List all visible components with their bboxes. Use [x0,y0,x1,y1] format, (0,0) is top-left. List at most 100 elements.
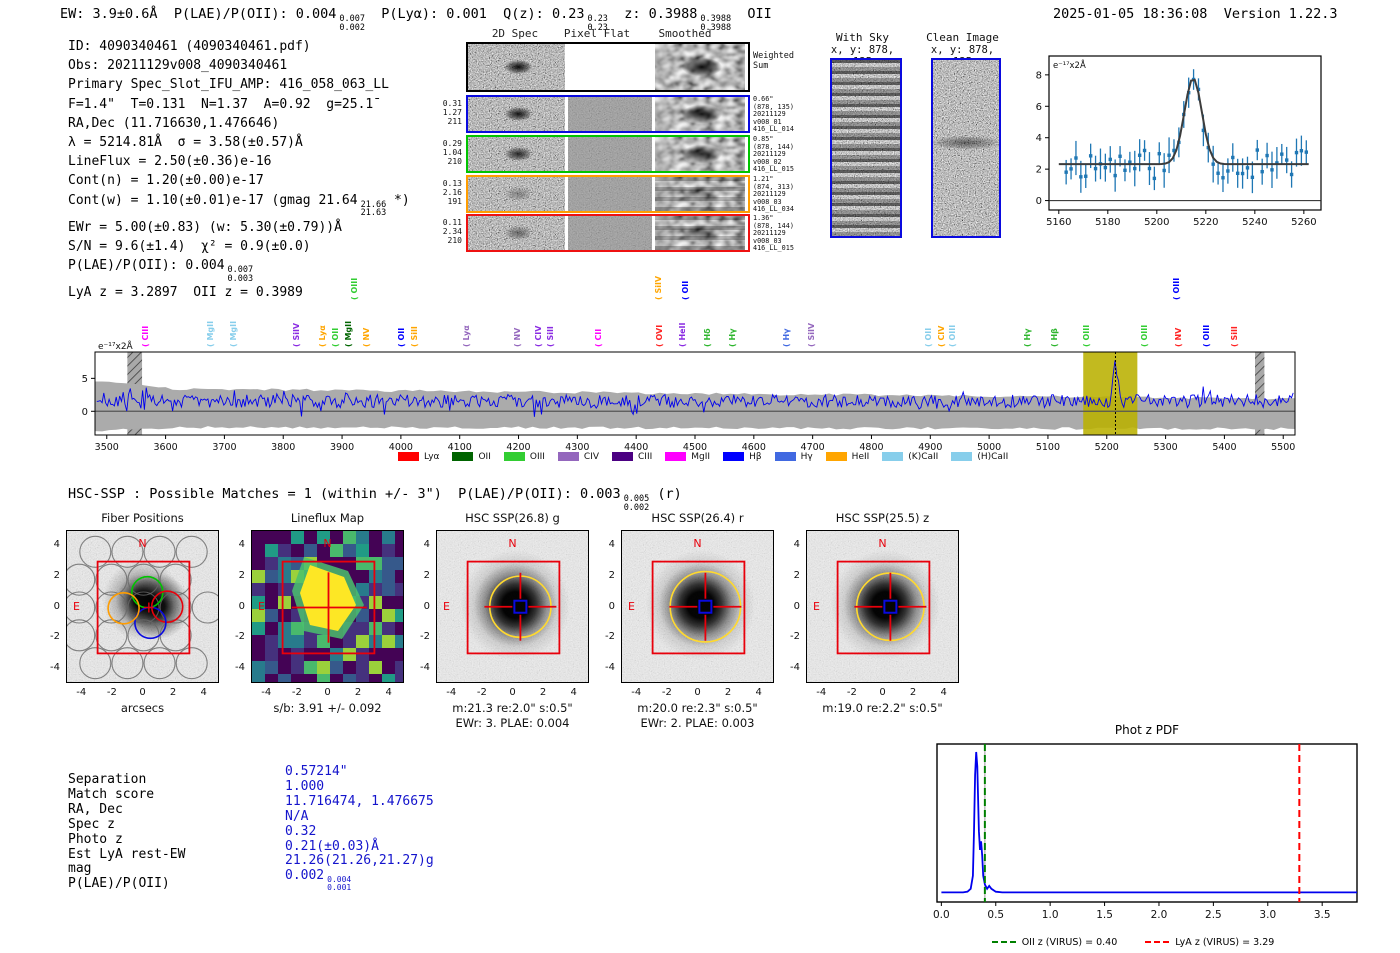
smoothed-cutout [655,97,745,131]
y-tick-label: 4 [423,539,430,551]
legend-swatch [398,452,419,461]
legend-swatch [825,452,847,461]
spec2d-row [466,95,750,133]
legend-label: (H)CaII [977,451,1009,462]
stacked-uncertainty: 21.66 21.63 [360,199,387,219]
cutout-title: HSC SSP(26.8) g [465,511,560,525]
detection-info-line: Primary Spec_Slot_IFU_AMP: 416_058_063_L… [68,77,389,93]
y-tick-label: -2 [50,631,60,643]
svg-text:0: 0 [1036,196,1042,207]
y-tick-label: 4 [608,539,615,551]
legend-item: CIV [557,452,599,462]
svg-text:3.5: 3.5 [1314,909,1331,921]
line-fit-plot: 0 2 4 6 8 5160 5180 5200 5220 5240 5260 e⁻¹⁷x2Å [1036,55,1322,228]
y-tick-label: -4 [790,661,800,673]
spec2d-row [466,135,750,173]
photz-legend-label: LyA z (VIRUS) = 3.29 [1175,936,1275,948]
match-field-label: Separation [68,772,147,787]
emission-line-label: ( OIII [1172,277,1182,300]
cutout-caption-2: EWr: 2. PLAE: 0.003 [640,716,755,730]
legend-item: (H)CaII [951,452,1008,462]
match-field-value: 0.21(±0.03)Å [285,838,379,854]
svg-text:1.5: 1.5 [1096,909,1113,921]
svg-text:0.0: 0.0 [933,909,950,921]
legend-label: Lyα [424,451,440,462]
pixel-flat-cutout [568,97,652,131]
legend-swatch [452,452,474,461]
detection-info: ID: 4090340461 (4090340461.pdf) Obs: 2021… [68,37,410,302]
y-tick-label: 2 [53,569,60,581]
north-label: N [323,537,332,550]
cutout-image [621,530,774,683]
svg-text:e⁻¹⁷x2Å: e⁻¹⁷x2Å [1053,59,1086,71]
x-tick-label: 2 [724,687,732,698]
x-tick-label: -2 [476,687,487,698]
match-table-labels: Separation Match score RA, Dec Spec z Photo … [68,772,185,892]
smoothed-cutout [655,216,745,250]
spec2d-col-title: 2D Spec [491,27,539,40]
y-tick-label: 2 [423,569,430,581]
pixel-flat-cutout [568,177,652,211]
cutout-caption: m:20.0 re:2.3" s:0.5" [637,701,758,715]
photz-legend-label: OII z (VIRUS) = 0.40 [1021,936,1118,948]
y-tick-label: 2 [608,569,615,581]
photz-legend: OII z (VIRUS) = 0.40 LyA z (VIRUS) = 3.29 [937,928,1357,948]
match-field-value: 0.57214" [285,764,348,779]
dashed-line-swatch [1145,941,1170,943]
y-tick-label: -4 [235,661,245,673]
svg-text:2.5: 2.5 [1205,909,1222,921]
svg-text:5300: 5300 [1153,442,1177,453]
legend-label: OII [478,451,491,462]
y-tick-label: -4 [605,661,615,673]
legend-swatch [557,452,579,461]
legend-item: MgII [665,452,710,462]
emission-line-label: ( OII [681,280,691,300]
x-tick-label: -4 [261,687,272,698]
x-tick-label: 4 [570,687,577,698]
legend-label: MgII [691,451,711,462]
cutout-image [66,530,219,683]
legend-label: OIII [529,451,545,462]
x-tick-label: 2 [909,687,917,698]
y-tick-label: 0 [793,600,800,612]
stacked-uncertainty: 0.004 0.001 [327,875,352,893]
detection-info-line: Obs: 20211129v008_4090340461 [68,58,288,74]
east-label: E [813,599,820,613]
svg-text:3600: 3600 [153,442,177,453]
spec2d-col-title: Pixel Flat [563,27,631,40]
photz-legend-item: LyA z (VIRUS) = 3.29 [1145,937,1274,948]
y-tick-label: -2 [790,631,800,643]
svg-text:e⁻¹⁷x2Å: e⁻¹⁷x2Å [98,340,134,352]
spec2d-row-meta: 0.66" (878, 135) 20211129 v008_01 416_LL_014 [753,95,794,134]
east-label: E [628,599,635,613]
weighted-sum-label: Weighted Sum [753,51,794,71]
svg-text:5160: 5160 [1046,217,1071,228]
cutout-caption: m:21.3 re:2.0" s:0.5" [452,701,573,715]
stacked-uncertainty: 0.007 0.003 [227,265,254,284]
spec2d-cutout [468,137,565,171]
match-field-value: N/A [285,808,309,824]
cutout-title: Fiber Positions [101,511,184,525]
svg-text:0.5: 0.5 [987,909,1004,921]
x-tick-label: 0 [139,687,146,698]
spec2d-cutout [468,44,565,90]
dashed-line-swatch [991,941,1016,943]
legend-item: OII [452,451,491,462]
cutout-image [251,530,404,683]
cutout-caption: s/b: 3.91 +/- 0.092 [273,701,382,715]
smoothed-cutout [655,137,745,171]
detection-info-line: EWr = 5.00(±0.83) (w: 5.30(±0.79))Å [68,219,342,235]
match-table-values: 0.57214" 1.000 11.716474, 1.476675 N/A 0.32 0… [285,764,434,893]
cutout-caption: m:19.0 re:2.2" s:0.5" [822,701,943,715]
legend-label: Hβ [749,451,762,462]
hsc-match-summary: HSC-SSP : Possible Matches = 1 (within +… [68,486,682,513]
svg-text:5260: 5260 [1291,217,1316,228]
x-tick-label: 4 [385,687,392,698]
cutout-image [436,530,589,683]
east-label: E [443,599,450,613]
svg-text:3.0: 3.0 [1259,909,1276,921]
y-tick-label: -2 [235,631,245,643]
svg-text:5200: 5200 [1144,217,1169,228]
spec2d-row [466,175,750,213]
svg-text:2: 2 [1036,165,1042,176]
